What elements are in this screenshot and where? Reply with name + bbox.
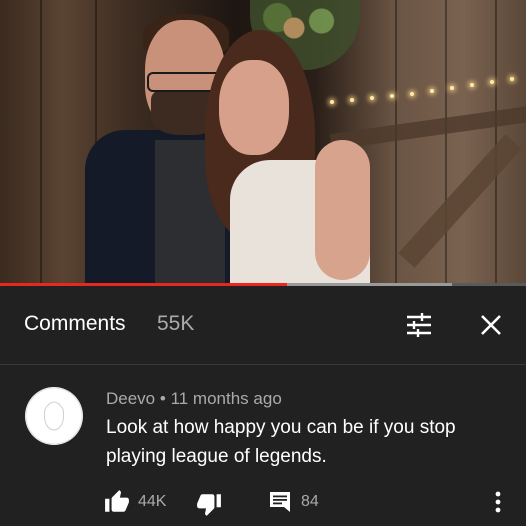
close-icon[interactable] (474, 308, 508, 342)
comment-author[interactable]: Deevo (106, 389, 155, 408)
comments-header: Comments 55K (0, 286, 526, 365)
comment-text: Look at how happy you can be if you stop… (106, 417, 456, 467)
thumbs-up-icon[interactable] (104, 489, 130, 515)
comment-meta: Deevo • 11 months ago (106, 389, 282, 409)
barn-plank (395, 0, 397, 285)
more-vert-icon[interactable] (488, 487, 508, 517)
bride-figure (205, 30, 375, 285)
comments-count: 55K (157, 312, 195, 335)
comment-item: Deevo • 11 months ago Look at how happy … (0, 365, 526, 526)
avatar[interactable] (25, 387, 83, 445)
comment-time: 11 months ago (170, 389, 282, 408)
reply-comment-icon[interactable] (268, 489, 292, 513)
like-count: 44K (138, 493, 167, 510)
barn-plank (40, 0, 42, 285)
reply-count: 84 (301, 493, 319, 510)
video-player[interactable] (0, 0, 526, 285)
barn-plank (445, 0, 447, 285)
meta-separator: • (159, 389, 166, 408)
barn-brace (398, 134, 522, 268)
comments-title: Comments (24, 312, 126, 335)
thumbs-down-icon[interactable] (196, 491, 222, 517)
comment-actions: 44K 84 (0, 483, 526, 523)
sort-filter-icon[interactable] (402, 308, 436, 342)
